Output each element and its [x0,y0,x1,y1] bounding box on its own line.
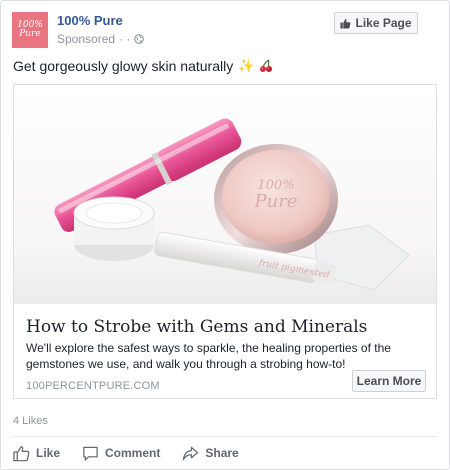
like-page-button[interactable]: Like Page [334,12,418,34]
meta-dots: · · [119,32,131,46]
page-name-link[interactable]: 100% Pure [57,13,123,28]
attachment-title[interactable]: How to Strobe with Gems and Minerals [26,317,367,337]
post-message: Get gorgeously glowy skin naturally ✨ [13,58,273,74]
sponsored-post-card: 100% Pure 100% Pure Sponsored · · Like P… [0,0,450,470]
comment-icon [83,446,98,461]
comment-label: Comment [105,446,161,460]
share-icon [183,446,199,460]
likes-count[interactable]: 4 Likes [13,415,48,427]
link-attachment[interactable]: 100% Pure fruit pigmented How to Strobe … [13,84,437,399]
cherries-icon [260,59,273,72]
thumbs-up-icon [13,445,30,461]
page-avatar[interactable]: 100% Pure [12,12,48,48]
post-meta: Sponsored · · [57,32,145,46]
divider [13,436,437,437]
product-photo: 100% Pure fruit pigmented [14,85,436,304]
action-bar: Like Comment Share [13,442,261,464]
thumbs-up-icon [340,18,351,29]
post-message-text: Get gorgeously glowy skin naturally [13,58,234,74]
like-button[interactable]: Like [13,445,60,462]
avatar-logo-text: 100% Pure [17,20,43,39]
attachment-domain: 100PERCENTPURE.COM [26,380,160,392]
globe-icon [134,34,145,44]
like-label: Like [36,446,61,460]
attachment-description: We'll explore the safest ways to sparkle… [26,341,391,371]
share-button[interactable]: Share [182,445,239,462]
svg-text:Pure: Pure [254,191,298,212]
like-page-label: Like Page [355,16,412,30]
sponsored-label[interactable]: Sponsored [57,32,115,46]
attachment-image[interactable]: 100% Pure fruit pigmented [14,85,436,304]
share-label: Share [205,446,239,460]
learn-more-button[interactable]: Learn More [352,370,426,392]
comment-button[interactable]: Comment [82,445,160,462]
sparkles-icon: ✨ [238,58,255,73]
